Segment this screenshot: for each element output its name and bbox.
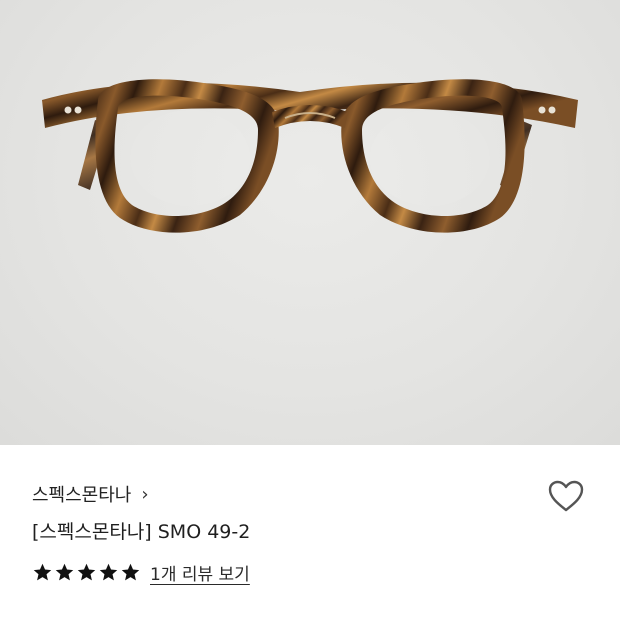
brand-link[interactable]: 스펙스몬타나 › xyxy=(32,481,149,507)
chevron-right-icon: › xyxy=(141,483,149,505)
product-info: 스펙스몬타나 › [스펙스몬타나] SMO 49-2 1개 리뷰 보기 xyxy=(0,445,620,620)
heart-outline-icon xyxy=(548,480,584,512)
star-icon xyxy=(33,563,52,581)
product-title: [스펙스몬타나] SMO 49-2 xyxy=(32,521,251,543)
rating-row: 1개 리뷰 보기 xyxy=(32,560,250,585)
star-icon xyxy=(77,563,96,581)
product-image xyxy=(0,0,620,445)
star-icon xyxy=(121,563,140,581)
price-peek xyxy=(60,608,170,620)
star-rating xyxy=(32,562,141,583)
glasses-illustration xyxy=(42,79,578,233)
star-icon xyxy=(55,563,74,581)
review-link[interactable]: 1개 리뷰 보기 xyxy=(150,560,250,585)
star-icon xyxy=(99,563,118,581)
brand-name[interactable]: 스펙스몬타나 xyxy=(32,481,131,507)
wishlist-button[interactable] xyxy=(546,476,586,516)
